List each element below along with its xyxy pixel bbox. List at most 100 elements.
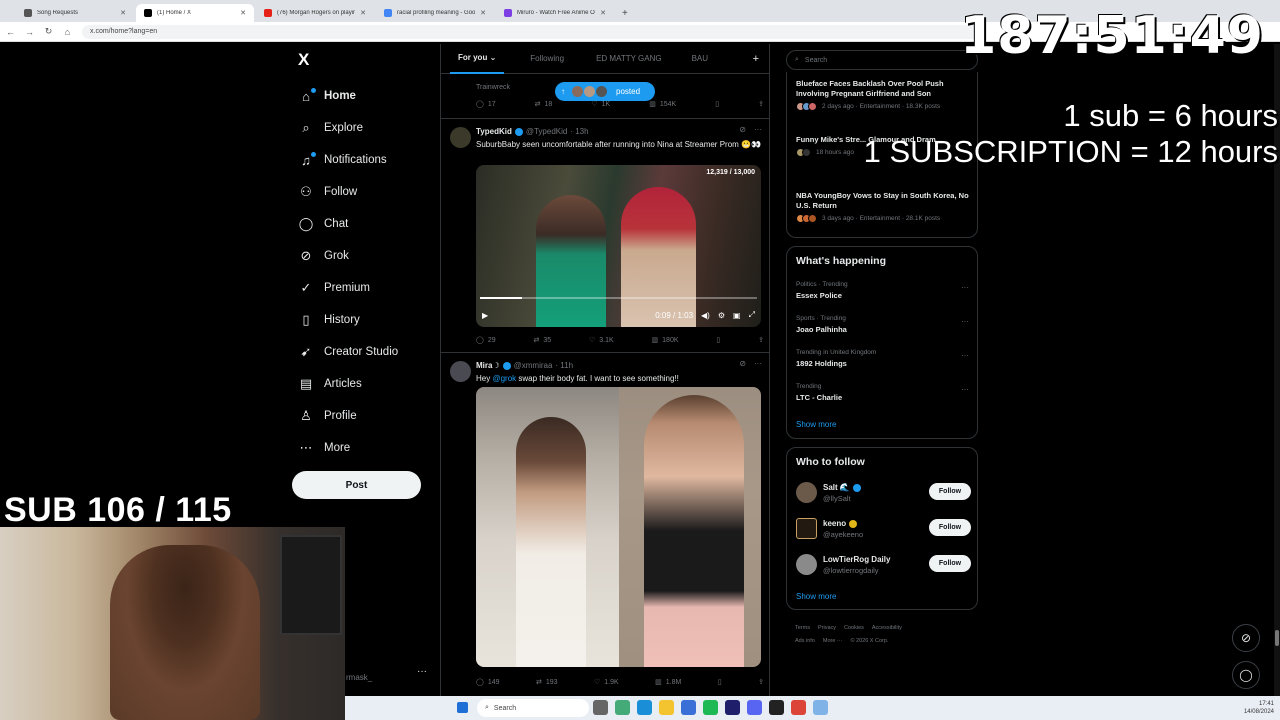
browser-tab[interactable]: (76) Morgan Rogers on playing... ✕ <box>256 4 374 22</box>
news-item[interactable]: NBA YoungBoy Vows to Stay in South Korea… <box>796 191 971 223</box>
share-button[interactable]: ⇪ <box>758 678 764 686</box>
views-button[interactable]: ▥ 1.8M <box>655 678 681 687</box>
reload-icon[interactable]: ↻ <box>44 26 53 37</box>
avatar[interactable] <box>796 518 817 539</box>
share-button[interactable]: ⇪ <box>758 100 764 108</box>
obs-icon[interactable] <box>769 700 784 715</box>
app-icon[interactable] <box>813 700 828 715</box>
nav-item-grok[interactable]: ⊘ Grok <box>298 240 398 272</box>
spotify-icon[interactable] <box>703 700 718 715</box>
tab-ed-matty-gang[interactable]: ED MATTY GANG <box>588 44 670 74</box>
mention-link[interactable]: @grok <box>492 374 516 383</box>
nav-item-more[interactable]: ⋯ More <box>298 432 398 464</box>
nav-item-home[interactable]: ⌂ Home <box>298 80 398 112</box>
avatar[interactable] <box>450 127 471 148</box>
back-icon[interactable]: ← <box>6 27 15 37</box>
browser-tab[interactable]: Miruro - Watch Free Anime Onl... ✕ <box>496 4 614 22</box>
views-button[interactable]: ▥ 180K <box>652 336 679 345</box>
bookmark-button[interactable]: ▯ <box>716 336 720 344</box>
follow-button[interactable]: Follow <box>929 519 971 536</box>
scrollbar-thumb[interactable] <box>1275 630 1279 646</box>
video-progress-bar[interactable] <box>480 297 757 299</box>
url-field[interactable]: x.com/home?lang=en <box>82 24 982 39</box>
tweet[interactable]: Mira☽ @xmmiraa · 11h ⊘ ··· Hey @grok swap… <box>441 352 769 696</box>
more-icon[interactable]: ··· <box>754 125 762 134</box>
account-handle[interactable]: rmask_ <box>346 673 372 682</box>
close-icon[interactable]: ✕ <box>240 9 246 17</box>
more-icon[interactable]: ··· <box>754 359 762 368</box>
search-input[interactable]: ⌕ Search <box>786 50 978 70</box>
repost-button[interactable]: ⇄ 193 <box>536 678 558 687</box>
discord-icon[interactable] <box>747 700 762 715</box>
tweet[interactable]: TypedKid @TypedKid · 13h ⊘ ··· SuburbBaby… <box>441 118 769 352</box>
tab-following[interactable]: Following <box>522 44 572 74</box>
close-icon[interactable]: ✕ <box>360 9 366 17</box>
trend-item[interactable]: Politics · Trending Essex Police ··· <box>796 281 971 300</box>
chat-float-button[interactable]: ◯ <box>1232 661 1260 689</box>
footer-link[interactable]: Terms <box>795 625 810 631</box>
repost-button[interactable]: ⇄ 35 <box>533 336 551 345</box>
nav-item-follow[interactable]: ⚇ Follow <box>298 176 398 208</box>
tab-for-you[interactable]: For you ⌄ <box>450 44 505 74</box>
more-icon[interactable]: ··· <box>961 351 969 360</box>
nav-item-chat[interactable]: ◯ Chat <box>298 208 398 240</box>
nav-item-profile[interactable]: ♙ Profile <box>298 400 398 432</box>
taskbar-search[interactable]: ⌕ Search <box>477 699 589 717</box>
footer-link[interactable]: Accessibility <box>872 625 902 631</box>
show-more-link[interactable]: Show more <box>796 592 836 601</box>
trend-item[interactable]: Sports · Trending Joao Palhinha ··· <box>796 315 971 334</box>
settings-icon[interactable]: ⚙ <box>718 311 725 320</box>
new-posts-pill[interactable]: ↑ posted <box>555 82 655 101</box>
author-name[interactable]: TypedKid <box>476 127 512 136</box>
nav-item-premium[interactable]: ✓ Premium <box>298 272 398 304</box>
avatar[interactable] <box>796 482 817 503</box>
follow-suggestion[interactable]: keeno @ayekeeno Follow <box>796 516 971 544</box>
close-icon[interactable]: ✕ <box>480 9 486 17</box>
nav-item-notifications[interactable]: ♫ Notifications <box>298 144 398 176</box>
more-icon[interactable]: ··· <box>961 385 969 394</box>
nav-item-history[interactable]: ▯ History <box>298 304 398 336</box>
follow-button[interactable]: Follow <box>929 483 971 500</box>
home-browser-icon[interactable]: ⌂ <box>63 27 72 37</box>
account-more-icon[interactable]: ··· <box>417 666 427 677</box>
fullscreen-icon[interactable]: ⤢ <box>749 310 755 320</box>
close-icon[interactable]: ✕ <box>600 9 606 17</box>
forward-icon[interactable]: → <box>25 27 34 37</box>
tweet-video[interactable]: 12,319 / 13,000 ▶ 0:09 / 1:03 ◀) ⚙ ▣ ⤢ <box>476 165 761 327</box>
nav-item-articles[interactable]: ▤ Articles <box>298 368 398 400</box>
follow-suggestion[interactable]: LowTierRog Daily @lowtierrogdaily Follow <box>796 552 971 580</box>
reply-button[interactable]: ◯ 17 <box>476 100 496 109</box>
footer-link[interactable]: Cookies <box>844 625 864 631</box>
grok-icon[interactable]: ⊘ <box>739 359 746 368</box>
follow-suggestion[interactable]: Salt 🌊 @llySalt Follow <box>796 480 971 508</box>
footer-link[interactable]: Privacy <box>818 625 836 631</box>
windows-start-icon[interactable] <box>457 702 468 713</box>
browser-tab-active[interactable]: (1) Home / X ✕ <box>136 4 254 22</box>
more-icon[interactable]: ··· <box>961 317 969 326</box>
more-icon[interactable]: ··· <box>961 283 969 292</box>
show-more-link[interactable]: Show more <box>796 420 836 429</box>
tab-bau[interactable]: BAU <box>684 44 716 74</box>
news-item[interactable]: Blueface Faces Backlash Over Pool Push I… <box>796 79 971 111</box>
grok-icon[interactable]: ⊘ <box>739 125 746 134</box>
new-tab-button[interactable]: + <box>616 8 634 22</box>
store-icon[interactable] <box>681 700 696 715</box>
like-button[interactable]: ♡ 1.9K <box>594 678 619 687</box>
trend-item[interactable]: Trending in United Kingdom 1892 Holdings ·… <box>796 349 971 368</box>
trend-item[interactable]: Trending LTC - Charlie ··· <box>796 383 971 402</box>
bookmark-button[interactable]: ▯ <box>718 678 722 686</box>
like-button[interactable]: ♡ 3.1K <box>589 336 614 345</box>
tweet-time[interactable]: · 11h <box>555 361 573 370</box>
volume-icon[interactable]: ◀) <box>701 311 710 320</box>
pip-icon[interactable]: ▣ <box>733 311 741 320</box>
like-button[interactable]: ♡ 1K <box>591 100 610 109</box>
footer-link[interactable]: More ··· <box>823 638 843 644</box>
x-logo[interactable]: X <box>298 50 309 70</box>
task-view-icon[interactable] <box>593 700 608 715</box>
nav-item-creator-studio[interactable]: ➹ Creator Studio <box>298 336 399 368</box>
edge-icon[interactable] <box>637 700 652 715</box>
bookmark-button[interactable]: ▯ <box>715 100 719 108</box>
reply-button[interactable]: ◯ 29 <box>476 336 496 345</box>
follow-button[interactable]: Follow <box>929 555 971 572</box>
author-handle[interactable]: @xmmiraa <box>514 361 553 370</box>
